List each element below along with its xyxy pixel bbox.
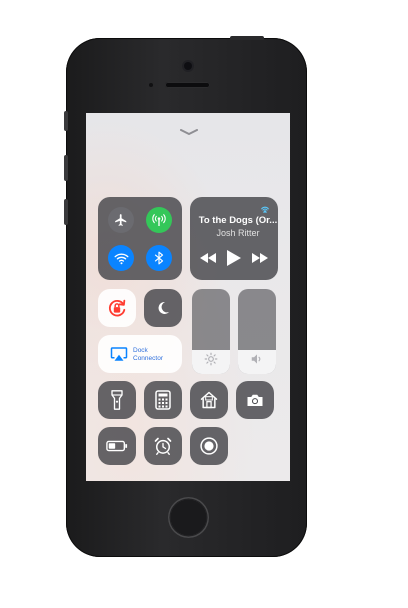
song-title: To the Dogs (Or... [198, 215, 278, 226]
front-camera [184, 62, 192, 70]
home-button[interactable] [168, 497, 209, 538]
wifi-icon [114, 253, 128, 264]
speaker-icon [251, 354, 261, 364]
airplane-icon [115, 214, 127, 226]
bluetooth-icon [154, 251, 164, 265]
airplay-audio-icon[interactable] [260, 203, 270, 213]
airplane-mode-button[interactable] [108, 207, 134, 233]
alarm-clock-icon [154, 437, 172, 455]
screen-mirroring-button[interactable]: Dock Connector [98, 335, 182, 373]
chevron-down-icon[interactable] [179, 129, 199, 135]
rotation-lock-button[interactable] [98, 289, 136, 327]
cellular-data-button[interactable] [146, 207, 172, 233]
earpiece-speaker [165, 82, 210, 88]
low-power-mode-button[interactable] [98, 427, 136, 465]
battery-icon [106, 440, 128, 452]
mirroring-label-line1: Dock [133, 347, 148, 354]
brightness-slider[interactable] [192, 289, 230, 374]
fast-forward-icon[interactable] [252, 253, 268, 263]
flashlight-button[interactable] [98, 381, 136, 419]
sun-icon [204, 352, 218, 366]
connectivity-module[interactable] [98, 197, 182, 280]
airplay-icon [110, 347, 128, 361]
volume-down-button[interactable] [64, 199, 68, 225]
moon-icon [158, 301, 169, 314]
screen-record-icon [200, 437, 218, 455]
home-app-button[interactable] [190, 381, 228, 419]
wifi-button[interactable] [108, 245, 134, 271]
mute-switch[interactable] [64, 111, 68, 131]
control-center-screen: To the Dogs (Or... Josh Ritter Dock Conn… [86, 113, 290, 481]
do-not-disturb-button[interactable] [144, 289, 182, 327]
alarm-button[interactable] [144, 427, 182, 465]
song-artist: Josh Ritter [216, 228, 260, 238]
volume-up-button[interactable] [64, 155, 68, 181]
now-playing-module[interactable]: To the Dogs (Or... Josh Ritter [190, 197, 278, 280]
bluetooth-button[interactable] [146, 245, 172, 271]
calculator-icon [155, 390, 171, 410]
mirroring-label-line2: Connector [133, 355, 163, 362]
rotation-lock-icon [109, 299, 126, 317]
screen-recording-button[interactable] [190, 427, 228, 465]
volume-slider[interactable] [238, 289, 276, 374]
play-icon[interactable] [227, 250, 241, 266]
flashlight-icon [111, 390, 123, 410]
proximity-sensor [149, 83, 153, 87]
cellular-icon [152, 214, 166, 226]
camera-button[interactable] [236, 381, 274, 419]
sleep-wake-button[interactable] [230, 36, 264, 40]
rewind-icon[interactable] [200, 253, 216, 263]
camera-icon [247, 394, 263, 406]
home-icon [200, 391, 218, 409]
calculator-button[interactable] [144, 381, 182, 419]
